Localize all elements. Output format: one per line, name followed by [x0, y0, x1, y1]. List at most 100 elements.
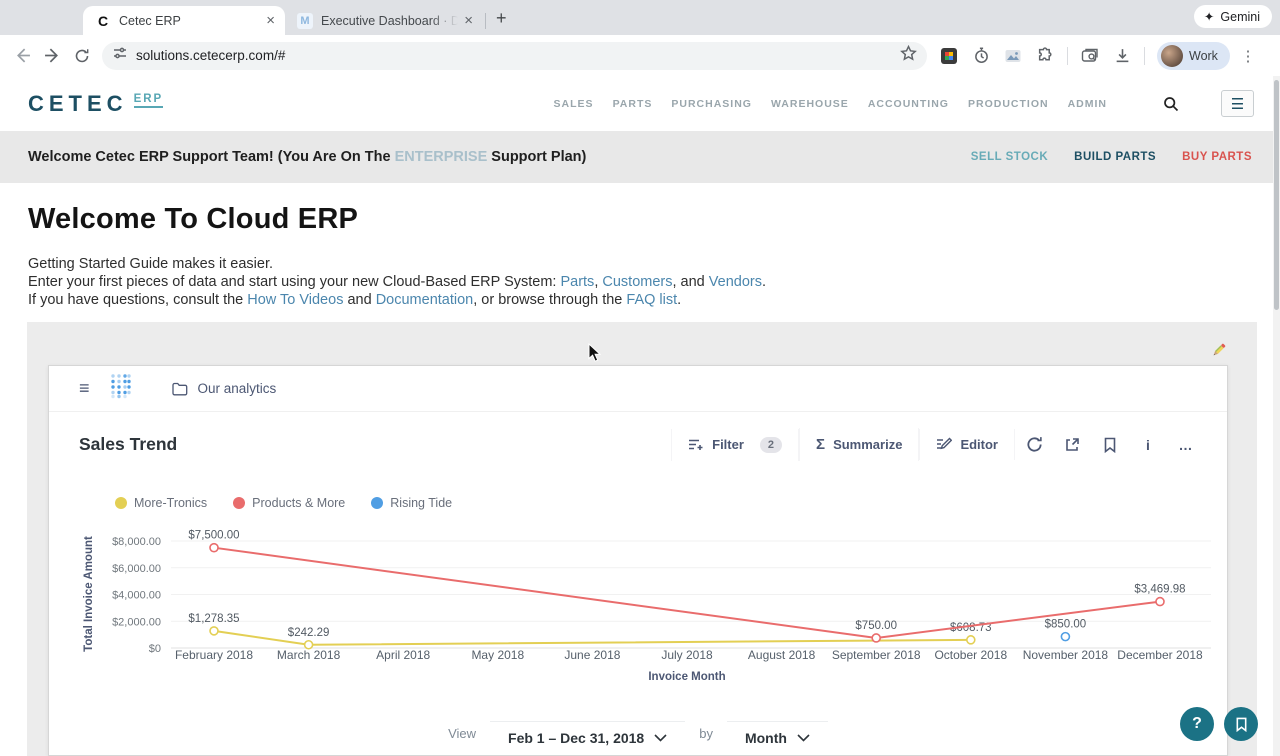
filter-button[interactable]: Filter 2: [671, 429, 799, 461]
close-tab-icon[interactable]: ×: [266, 12, 275, 29]
refresh-icon[interactable]: [1015, 430, 1053, 460]
browser-menu-kebab-icon[interactable]: ⋮: [1234, 42, 1262, 70]
chart-point[interactable]: [1061, 633, 1069, 641]
nav-item-sales[interactable]: SALES: [554, 98, 594, 110]
bookmark-icon[interactable]: [1091, 430, 1129, 460]
quick-links: SELL STOCK BUILD PARTS BUY PARTS: [971, 151, 1252, 163]
downloads-icon[interactable]: [1108, 42, 1136, 70]
screenshot-extension-icon[interactable]: [999, 42, 1027, 70]
tab-executive-dashboard[interactable]: M Executive Dashboard · Dashb ×: [285, 6, 483, 35]
tab-search-icon[interactable]: [1076, 42, 1104, 70]
summarize-button[interactable]: Σ Summarize: [799, 428, 919, 461]
plan-badge: ENTERPRISE: [395, 149, 488, 165]
search-icon[interactable]: [1148, 84, 1194, 124]
app-menu-button[interactable]: ☰: [1221, 90, 1254, 117]
chart-point[interactable]: [305, 641, 313, 649]
close-tab-icon[interactable]: ×: [464, 12, 473, 29]
nav-item-warehouse[interactable]: WAREHOUSE: [771, 98, 849, 110]
browser-tab-strip: C Cetec ERP × M Executive Dashboard · Da…: [0, 0, 1280, 35]
gemini-sparkle-icon: ✦: [1204, 9, 1214, 24]
x-tick-label: December 2018: [1117, 648, 1203, 662]
breadcrumb-label: Our analytics: [198, 381, 277, 396]
legend-item-rising-tide[interactable]: Rising Tide: [371, 496, 452, 510]
bookmark-star-icon[interactable]: [900, 45, 917, 67]
chevron-down-icon: [654, 734, 667, 742]
new-tab-button[interactable]: +: [492, 8, 517, 35]
date-range-dropdown[interactable]: Feb 1 – Dec 31, 2018: [490, 721, 685, 746]
intro-line-2: Enter your first pieces of data and star…: [28, 273, 1252, 291]
how-to-videos-link[interactable]: How To Videos: [247, 292, 343, 308]
logo-text: CETEC: [28, 91, 128, 117]
customers-link[interactable]: Customers: [602, 274, 672, 290]
cetec-logo[interactable]: CETEC ERP: [28, 91, 163, 117]
url-text[interactable]: solutions.cetecerp.com/#: [136, 48, 900, 63]
sigma-icon: Σ: [816, 436, 825, 453]
sell-stock-link[interactable]: SELL STOCK: [971, 151, 1048, 163]
build-parts-link[interactable]: BUILD PARTS: [1074, 151, 1156, 163]
sidebar-toggle-icon[interactable]: ≡: [79, 378, 90, 399]
vendors-link[interactable]: Vendors: [709, 274, 762, 290]
nav-item-parts[interactable]: PARTS: [613, 98, 653, 110]
url-bar[interactable]: solutions.cetecerp.com/#: [102, 42, 927, 70]
sales-trend-chart[interactable]: $8,000.00$6,000.00$4,000.00$2,000.00$0Fe…: [49, 516, 1229, 694]
edit-pencil-icon[interactable]: [1211, 342, 1227, 363]
filter-count-badge: 2: [760, 437, 782, 453]
chart-data-label: $3,469.98: [1134, 584, 1185, 596]
welcome-bar: Welcome Cetec ERP Support Team! (You Are…: [0, 131, 1280, 183]
granularity-dropdown[interactable]: Month: [727, 721, 828, 746]
nav-item-purchasing[interactable]: PURCHASING: [671, 98, 752, 110]
nav-item-production[interactable]: PRODUCTION: [968, 98, 1049, 110]
faq-link[interactable]: FAQ list: [626, 292, 677, 308]
filter-icon: [688, 438, 704, 452]
forward-icon[interactable]: [38, 42, 66, 70]
legend-item-products-and-more[interactable]: Products & More: [233, 496, 345, 510]
chart-point[interactable]: [872, 634, 880, 642]
chart-data-label: $850.00: [1045, 619, 1087, 631]
x-tick-label: July 2018: [661, 648, 713, 662]
extensions-puzzle-icon[interactable]: [1031, 42, 1059, 70]
chart-point[interactable]: [967, 636, 975, 644]
nav-item-accounting[interactable]: ACCOUNTING: [868, 98, 949, 110]
profile-label: Work: [1189, 49, 1218, 63]
legend-label: Rising Tide: [390, 496, 452, 510]
profile-button[interactable]: Work: [1157, 42, 1230, 70]
breadcrumb[interactable]: Our analytics: [172, 381, 277, 396]
x-tick-label: August 2018: [748, 648, 816, 662]
page: C Cetec ERP × M Executive Dashboard · Da…: [0, 0, 1280, 756]
x-tick-label: September 2018: [832, 648, 921, 662]
site-settings-icon[interactable]: [112, 45, 128, 66]
back-icon[interactable]: [8, 42, 36, 70]
question-icon: ?: [1192, 715, 1202, 733]
metabase-logo-icon[interactable]: [110, 373, 132, 404]
tab-cetec-erp[interactable]: C Cetec ERP ×: [83, 6, 285, 35]
toolbar-separator: [1144, 47, 1145, 65]
parts-link[interactable]: Parts: [560, 274, 594, 290]
y-tick-label: $0: [149, 643, 161, 655]
nav-item-admin[interactable]: ADMIN: [1068, 98, 1107, 110]
buy-parts-link[interactable]: BUY PARTS: [1182, 151, 1252, 163]
documentation-link[interactable]: Documentation: [376, 292, 474, 308]
toolbar-separator: [1067, 47, 1068, 65]
stopwatch-icon[interactable]: [967, 42, 995, 70]
editor-button[interactable]: Editor: [919, 429, 1015, 460]
chart-point[interactable]: [210, 544, 218, 552]
x-tick-label: March 2018: [277, 648, 341, 662]
x-tick-label: May 2018: [471, 648, 524, 662]
chart-point[interactable]: [210, 627, 218, 635]
date-range-value: Feb 1 – Dec 31, 2018: [508, 730, 644, 746]
page-title: Welcome To Cloud ERP: [28, 203, 1252, 236]
bookmarks-fab-button[interactable]: [1224, 707, 1258, 741]
gemini-button[interactable]: ✦ Gemini: [1194, 5, 1272, 28]
scrollbar-thumb[interactable]: [1274, 80, 1279, 310]
legend-item-more-tronics[interactable]: More-Tronics: [115, 496, 207, 510]
info-icon[interactable]: i: [1129, 430, 1167, 460]
granularity-value: Month: [745, 730, 787, 746]
share-icon[interactable]: [1053, 430, 1091, 460]
tab-separator: [485, 13, 486, 29]
more-options-icon[interactable]: …: [1167, 430, 1205, 460]
reload-icon[interactable]: [68, 42, 96, 70]
chart-point[interactable]: [1156, 598, 1164, 606]
help-button[interactable]: ?: [1180, 707, 1214, 741]
page-scrollbar[interactable]: [1273, 76, 1280, 756]
color-extension-icon[interactable]: [935, 42, 963, 70]
